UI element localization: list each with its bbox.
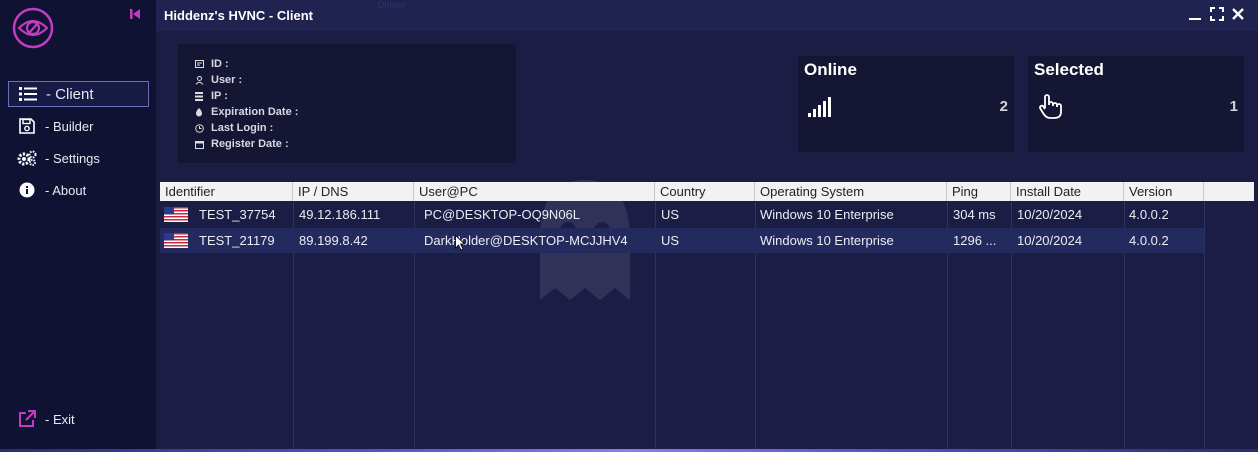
title-bar: Hiddenz's HVNC - Client [156, 0, 1258, 31]
sidebar-item-label: - Client [46, 85, 94, 103]
selected-card: Selected 1 [1028, 56, 1244, 152]
signal-bars-icon [807, 94, 833, 120]
maximize-icon[interactable] [1210, 7, 1224, 21]
account-info-panel: ID : User : IP : Expiration Date : Last … [178, 44, 516, 163]
gears-icon [17, 149, 37, 167]
close-icon[interactable] [1231, 7, 1245, 21]
us-flag-icon [164, 207, 188, 222]
cell-version: 4.0.0.2 [1129, 233, 1169, 248]
sidebar-item-settings[interactable]: - Settings [8, 145, 149, 171]
info-ip-row: IP : [194, 88, 516, 104]
column-header[interactable]: Version [1124, 182, 1204, 201]
external-exit-icon [17, 410, 37, 428]
window-title: Hiddenz's HVNC - Client [164, 8, 313, 23]
user-icon [194, 75, 204, 85]
cell-ping: 1296 ... [953, 233, 997, 248]
online-title: Online [804, 60, 857, 79]
cell-user-pc: PC@DESKTOP-OQ9N06L [424, 207, 581, 222]
cell-install-date: 10/20/2024 [1017, 233, 1083, 248]
sidebar-item-builder[interactable]: - Builder [8, 113, 149, 139]
clock-icon [194, 123, 204, 133]
column-header[interactable]: Operating System [755, 182, 947, 201]
last-login-label: Last Login : [211, 122, 274, 134]
sidebar: - Client - Builder - Settings - About - … [0, 0, 156, 452]
column-divider [1204, 201, 1205, 452]
cell-identifier: TEST_21179 [199, 233, 275, 248]
sidebar-item-label: - Settings [45, 150, 100, 166]
selected-count: 1 [1229, 98, 1238, 115]
online-card: Online 2 [798, 56, 1014, 152]
collapse-sidebar-icon[interactable] [128, 7, 142, 21]
info-expiration-row: Expiration Date : [194, 104, 516, 120]
column-header[interactable]: Identifier [160, 182, 293, 201]
table-row[interactable]: TEST_37754 49.12.186.111 PC@DESKTOP-OQ9N… [160, 202, 1204, 227]
mouse-cursor-icon [455, 234, 466, 251]
exit-button[interactable]: - Exit [8, 406, 149, 432]
sidebar-item-client[interactable]: - Client [8, 81, 149, 107]
faint-caption: Dnjwer [378, 0, 407, 10]
info-id-row: ID : [194, 56, 516, 72]
minimize-icon[interactable] [1188, 7, 1202, 21]
exit-label: - Exit [45, 411, 75, 427]
column-header[interactable]: Install Date [1011, 182, 1124, 201]
info-register-row: Register Date : [194, 136, 516, 152]
sidebar-item-label: - About [45, 182, 87, 198]
cell-os: Windows 10 Enterprise [760, 233, 894, 248]
register-label: Register Date : [211, 138, 289, 150]
id-label: ID : [211, 58, 229, 70]
eye-logo-icon [11, 6, 55, 50]
column-header[interactable]: Ping [947, 182, 1011, 201]
save-icon [17, 117, 37, 135]
table-header: Identifier IP / DNS User@PC Country Oper… [160, 182, 1254, 201]
us-flag-icon [164, 233, 188, 248]
expiration-label: Expiration Date : [211, 106, 299, 118]
column-header[interactable]: User@PC [414, 182, 655, 201]
cell-ip: 49.12.186.111 [299, 207, 381, 222]
ip-label: IP : [211, 90, 228, 102]
info-last-login-row: Last Login : [194, 120, 516, 136]
cell-country: US [661, 207, 680, 222]
user-label: User : [211, 74, 243, 86]
table-row[interactable]: TEST_21179 89.199.8.42 DarkHolder@DESKTO… [160, 228, 1204, 253]
list-icon [18, 85, 38, 103]
cell-ip: 89.199.8.42 [299, 233, 368, 248]
info-icon [17, 181, 37, 199]
selected-title: Selected [1034, 60, 1104, 79]
info-user-row: User : [194, 72, 516, 88]
cell-identifier: TEST_37754 [199, 207, 276, 222]
sidebar-item-label: - Builder [45, 118, 94, 134]
cell-os: Windows 10 Enterprise [760, 207, 894, 222]
hourglass-icon [194, 107, 204, 117]
hand-pointer-icon [1037, 94, 1063, 120]
cell-install-date: 10/20/2024 [1017, 207, 1083, 222]
cell-country: US [661, 233, 680, 248]
column-header[interactable]: IP / DNS [293, 182, 414, 201]
online-count: 2 [999, 98, 1008, 115]
column-header[interactable]: Country [655, 182, 755, 201]
cell-ping: 304 ms [953, 207, 996, 222]
calendar-icon [194, 139, 204, 149]
id-card-icon [194, 59, 204, 69]
cell-version: 4.0.0.2 [1129, 207, 1169, 222]
server-icon [194, 91, 204, 101]
clients-table: Identifier IP / DNS User@PC Country Oper… [160, 182, 1254, 452]
sidebar-item-about[interactable]: - About [8, 177, 149, 203]
